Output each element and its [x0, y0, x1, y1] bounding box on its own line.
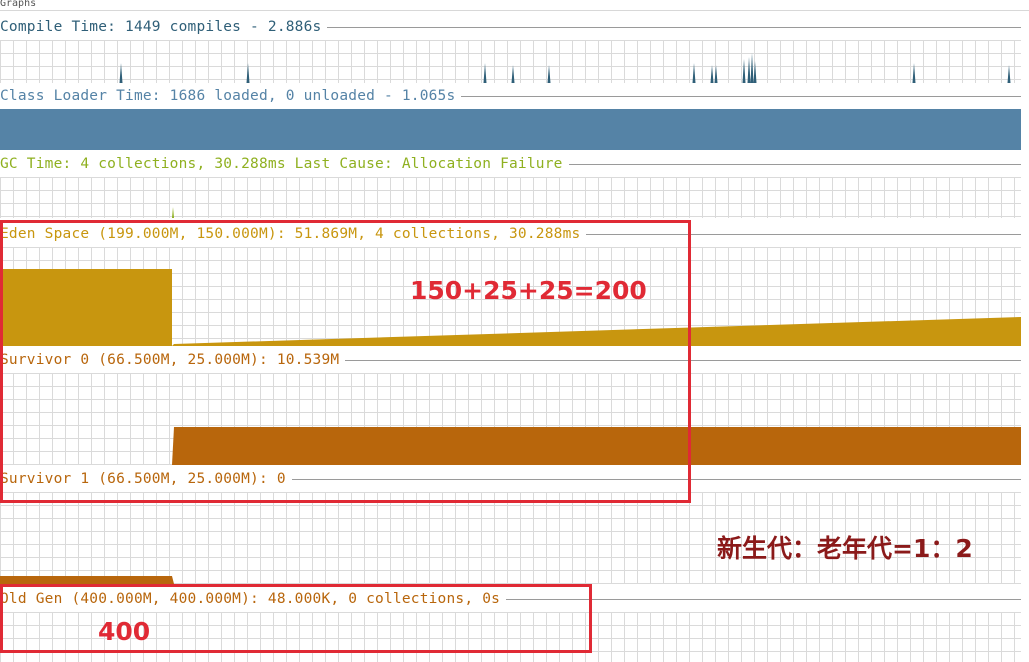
compile-time-label: Compile Time: 1449 compiles - 2.886s — [0, 19, 328, 35]
compile-time-plot — [119, 53, 1011, 83]
graphs-tab-label[interactable]: Graphs — [0, 0, 36, 9]
young-gen-highlight-box — [0, 220, 691, 503]
compile-spike — [753, 61, 757, 83]
old-gen-highlight-box — [0, 584, 592, 653]
compile-spike — [747, 57, 751, 83]
compile-spike — [742, 59, 746, 83]
compile-spike — [714, 65, 718, 83]
generation-ratio-annotation: 新生代：老年代=1：2 — [717, 534, 973, 563]
class-loader-panel: Class Loader Time: 1686 loaded, 0 unload… — [0, 87, 1021, 150]
class-loader-label: Class Loader Time: 1686 loaded, 0 unload… — [0, 88, 462, 104]
gc-time-label: GC Time: 4 collections, 30.288ms Last Ca… — [0, 156, 569, 172]
gc-time-header: GC Time: 4 collections, 30.288ms Last Ca… — [0, 155, 1021, 173]
compile-spike — [710, 65, 714, 83]
compile-time-panel: Compile Time: 1449 compiles - 2.886s — [0, 18, 1021, 83]
class-loader-fill — [0, 109, 1021, 150]
compile-spike — [119, 63, 123, 83]
compile-spike — [1007, 65, 1011, 83]
top-divider — [0, 10, 1029, 11]
compile-spike — [547, 65, 551, 83]
compile-spike — [692, 63, 696, 83]
gc-time-plot — [172, 207, 174, 218]
class-loader-header: Class Loader Time: 1686 loaded, 0 unload… — [0, 87, 1021, 105]
compile-time-header: Compile Time: 1449 compiles - 2.886s — [0, 18, 1021, 36]
compile-spike — [750, 53, 754, 83]
compile-spike — [246, 63, 250, 83]
compile-spike — [912, 63, 916, 83]
compile-spike — [511, 65, 515, 83]
young-gen-sum-annotation: 150+25+25=200 — [410, 276, 647, 305]
gc-time-panel: GC Time: 4 collections, 30.288ms Last Ca… — [0, 155, 1021, 218]
compile-spike — [483, 63, 487, 83]
old-gen-size-annotation: 400 — [98, 617, 151, 646]
